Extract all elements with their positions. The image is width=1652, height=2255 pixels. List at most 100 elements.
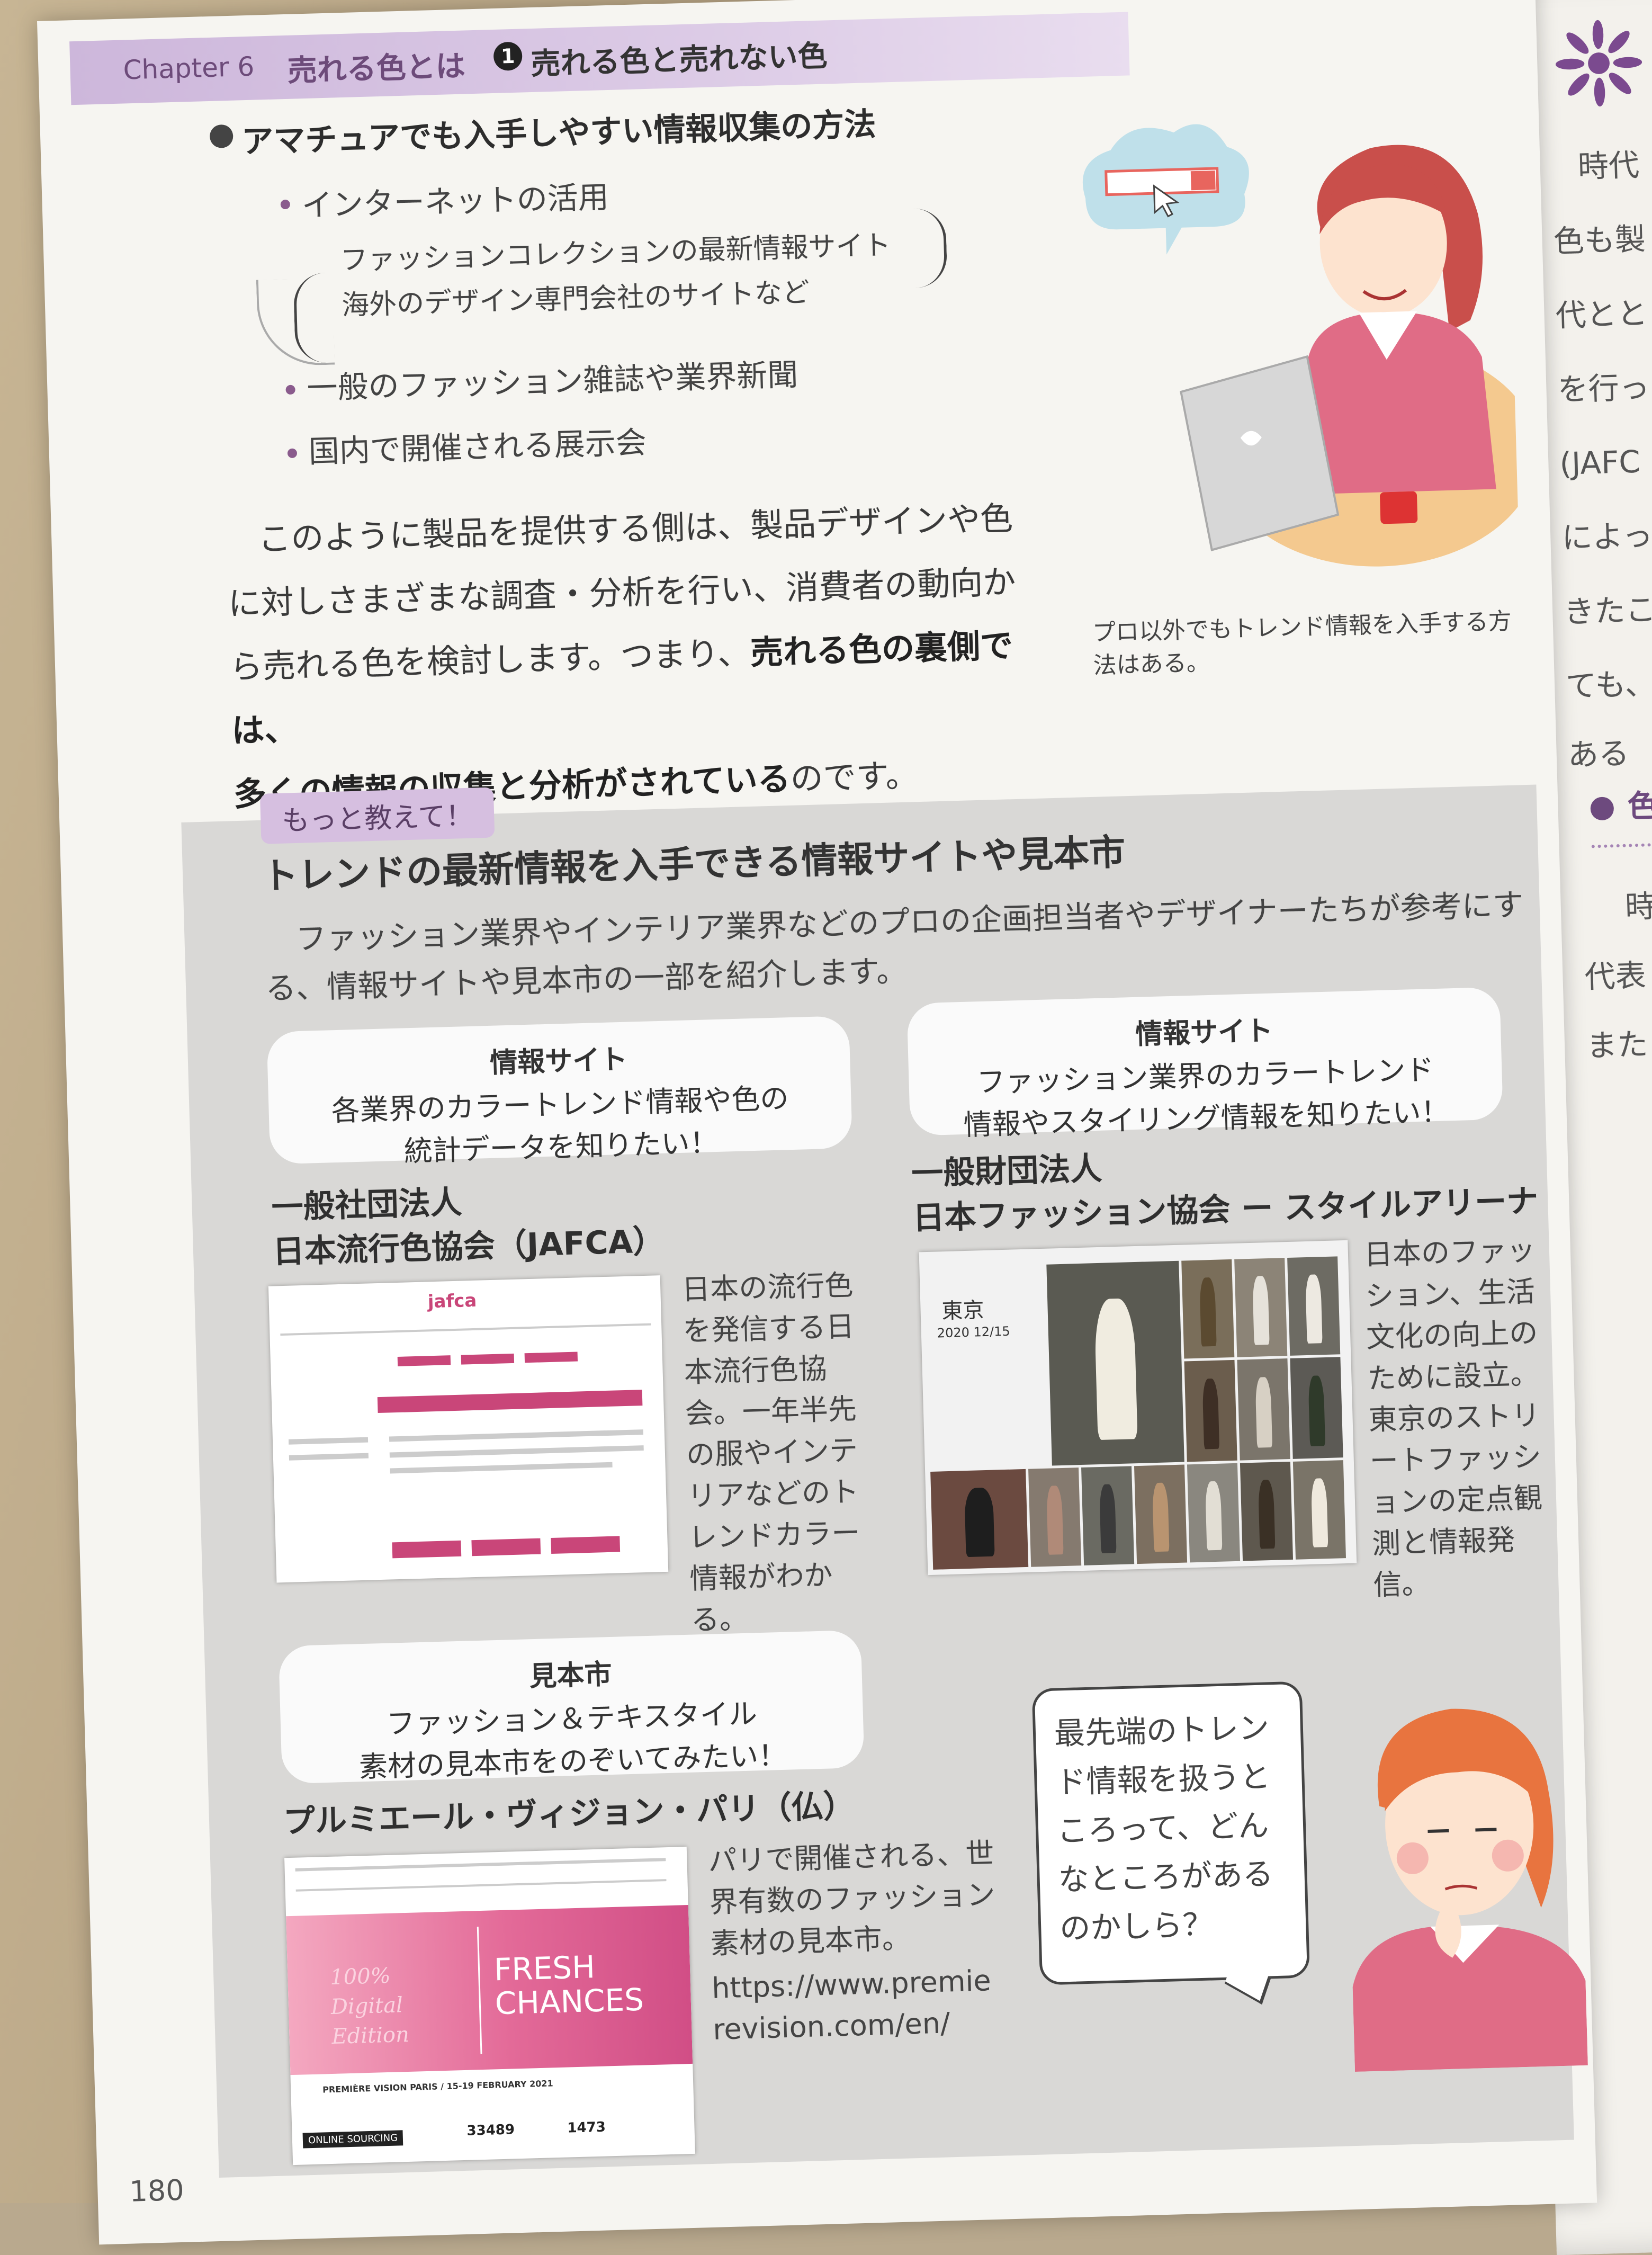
parenthesis-right xyxy=(911,208,948,288)
street-photo xyxy=(1184,1359,1237,1462)
body-text: ら売れる色を検討します。つまり、 xyxy=(229,633,751,687)
info-methods-heading: アマチュアでも入手しやすい情報収集の方法 xyxy=(241,105,877,161)
right-page-text: ある xyxy=(1567,735,1630,773)
screenshot-bar xyxy=(551,1536,621,1554)
right-page-text: によっ xyxy=(1561,517,1652,556)
bullet-dot-icon xyxy=(287,448,298,459)
jafca-logo: jafca xyxy=(427,1290,477,1313)
person-figure xyxy=(1093,1298,1138,1440)
screenshot-line xyxy=(295,1879,667,1892)
screenshot-line xyxy=(289,1453,369,1461)
person-figure xyxy=(1046,1486,1064,1555)
premiere-vision-screenshot: 100% Digital Edition FRESH CHANCES PREMI… xyxy=(284,1847,695,2165)
street-photo xyxy=(1187,1463,1241,1563)
right-page-text: きたこ xyxy=(1563,591,1652,630)
list-item: 国内で開催される展示会 xyxy=(308,424,647,470)
speech-bubble-text: 最先端のトレンド情報を扱うところって、どんなところがあるのかしら？ xyxy=(1054,1710,1274,1947)
info-card-jafca: 情報サイト 各業界のカラートレンド情報や色の 統計データを知りたい！ xyxy=(266,1015,853,1168)
right-page-text: 色も製 xyxy=(1552,221,1646,260)
chapter-label: Chapter 6 xyxy=(122,51,255,86)
hero-headline-line: CHANCES xyxy=(494,1981,644,2022)
street-photo xyxy=(1046,1260,1184,1466)
street-photo xyxy=(1028,1467,1082,1567)
person-figure xyxy=(1255,1377,1272,1448)
event-banner: PREMIÈRE VISION PARIS / 15-19 FEBRUARY 2… xyxy=(322,2078,553,2095)
woman-laptop-illustration xyxy=(1082,124,1520,567)
street-photo xyxy=(1290,1357,1343,1459)
street-photo xyxy=(1237,1358,1290,1461)
screenshot-date: 2020 12/15 xyxy=(937,1323,1011,1341)
screenshot-city: 東京 xyxy=(941,1298,985,1324)
body-text: のです。 xyxy=(789,756,919,798)
org-description-text: パリで開催される、世界有数のファッション素材の見本市。 xyxy=(707,1836,996,1961)
screenshot-line xyxy=(390,1462,613,1474)
book-page: Chapter 6 売れる色とは 1 売れる色と売れない色 アマチュアでも入手し… xyxy=(37,0,1597,2245)
person-figure xyxy=(1199,1277,1217,1347)
person-figure xyxy=(1305,1274,1323,1344)
screenshot-line xyxy=(280,1323,651,1336)
person-figure xyxy=(1152,1482,1170,1552)
right-page-heading: 色 xyxy=(1627,787,1652,825)
right-page-text: 代表 xyxy=(1584,957,1647,995)
info-card-style-arena: 情報サイト ファッション業界のカラートレンド 情報やスタイリング情報を知りたい！ xyxy=(906,987,1503,1142)
section-title: 売れる色と売れない色 xyxy=(530,39,828,82)
screenshot-bar xyxy=(377,1390,643,1413)
right-page-divider xyxy=(1591,840,1652,848)
street-photo-grid xyxy=(930,1256,1346,1570)
org-description: パリで開催される、世界有数のファッション素材の見本市。 https://www.… xyxy=(707,1832,1010,2050)
street-photo xyxy=(1287,1256,1341,1356)
bullet-dot-icon xyxy=(285,384,295,395)
org-url: https://www.premie xyxy=(711,1964,992,2005)
sub-list-item: 海外のデザイン専門会社のサイトなど xyxy=(341,276,810,322)
person-figure xyxy=(1252,1276,1270,1345)
street-photo xyxy=(1134,1464,1188,1564)
bracket-curve xyxy=(256,278,335,367)
body-line: ら売れる色を検討します。つまり、売れる色の裏側では、 xyxy=(229,612,1080,763)
hero-divider xyxy=(477,1927,482,2054)
street-photo xyxy=(1081,1466,1135,1565)
org-name: 一般財団法人 日本ファッション協会 ー スタイルアリーナ xyxy=(911,1134,1539,1241)
list-item: 一般のファッション雑誌や業界新聞 xyxy=(306,356,799,407)
right-page-text: 時 xyxy=(1624,888,1652,925)
style-arena-screenshot: 東京 2020 12/15 xyxy=(919,1240,1357,1576)
person-figure xyxy=(1308,1375,1325,1447)
org-description: 日本の流行色を発信する日本流行色協会。一年半先の服やインテリアなどのトレンドカラ… xyxy=(681,1268,861,1637)
street-photo xyxy=(1292,1460,1346,1560)
person-figure xyxy=(964,1487,995,1557)
hero-banner: 100% Digital Edition FRESH CHANCES xyxy=(286,1905,693,2075)
screenshot-bar xyxy=(461,1353,515,1365)
screenshot-bar xyxy=(392,1540,462,1559)
org-url: revision.com/en/ xyxy=(712,2006,951,2046)
right-page-text: また xyxy=(1586,1026,1649,1064)
screenshot-line xyxy=(295,1858,666,1872)
person-figure xyxy=(1202,1378,1219,1449)
screenshot-line xyxy=(389,1445,644,1458)
bullet-dot-icon xyxy=(209,124,234,148)
screenshot-bar xyxy=(524,1352,578,1363)
org-description: 日本のファッション、生活文化の向上のために設立。東京のストリートファッションの定… xyxy=(1363,1233,1543,1602)
right-page-text: (JAFC xyxy=(1559,443,1641,482)
stat-number: 1473 xyxy=(567,2119,606,2136)
screenshot-bar xyxy=(471,1538,541,1556)
right-page-text: ても、 xyxy=(1565,665,1652,704)
stat-number: 33489 xyxy=(466,2122,515,2139)
illustration-caption: プロ以外でもトレンド情報を入手する方法はある。 xyxy=(1092,607,1512,679)
street-photo xyxy=(1181,1259,1235,1359)
screenshot-line xyxy=(288,1437,369,1445)
right-page-bullet xyxy=(1590,797,1614,821)
column-tag: もっと教えて！ xyxy=(259,787,495,844)
list-item: インターネットの活用 xyxy=(301,178,609,224)
chrysanthemum-icon xyxy=(1555,20,1642,107)
street-photo xyxy=(1240,1461,1294,1561)
right-page-text: を行っ xyxy=(1557,369,1650,408)
online-sourcing-badge: ONLINE SOURCING xyxy=(302,2130,403,2149)
right-page-text: 代とと xyxy=(1555,295,1648,334)
hero-script-text: 100% Digital Edition xyxy=(329,1963,410,2049)
chapter-title: 売れる色とは xyxy=(286,49,466,88)
street-photo xyxy=(930,1469,1029,1570)
body-paragraph: このように製品を提供する側は、製品デザインや色 に対しさまざまな調査・分析を行い… xyxy=(226,485,1081,826)
street-photo xyxy=(1234,1258,1288,1357)
hero-headline-line: FRESH xyxy=(493,1949,596,1988)
person-figure xyxy=(1205,1481,1223,1551)
bullet-dot-icon xyxy=(280,199,291,210)
